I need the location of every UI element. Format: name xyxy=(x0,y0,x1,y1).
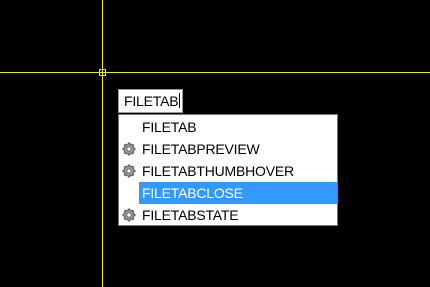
autocomplete-item-filetab[interactable]: FILETAB xyxy=(119,116,337,138)
command-input-text: FILETAB xyxy=(124,93,179,109)
command-input[interactable]: FILETAB xyxy=(118,89,183,113)
crosshair-horizontal-line xyxy=(0,72,430,73)
autocomplete-item-filetabthumbhover[interactable]: FILETABTHUMBHOVER xyxy=(119,160,337,182)
autocomplete-item-label: FILETABSTATE xyxy=(142,207,239,223)
autocomplete-item-label: FILETABPREVIEW xyxy=(142,141,260,157)
autocomplete-item-label: FILETABTHUMBHOVER xyxy=(142,163,294,179)
gear-icon xyxy=(122,142,136,156)
autocomplete-item-filetabstate[interactable]: FILETABSTATE xyxy=(119,204,337,226)
crosshair-vertical-line xyxy=(102,0,103,287)
autocomplete-item-filetabclose[interactable]: FILETABCLOSE xyxy=(119,182,337,204)
text-caret xyxy=(179,93,181,108)
autocomplete-item-filetabpreview[interactable]: FILETABPREVIEW xyxy=(119,138,337,160)
autocomplete-item-label: FILETAB xyxy=(142,119,197,135)
autocomplete-item-label: FILETABCLOSE xyxy=(142,185,243,201)
gear-icon xyxy=(122,208,136,222)
gear-icon xyxy=(122,164,136,178)
cursor-pickbox xyxy=(99,69,106,76)
autocomplete-list: FILETAB FILETABPREVIEW FILETABTHUMBHOVER… xyxy=(118,114,338,226)
